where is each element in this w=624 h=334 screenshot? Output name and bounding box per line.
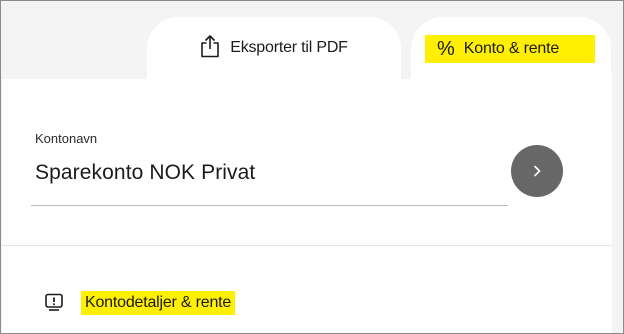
app-frame: Eksporter til PDF % Konto & rente Konton… — [0, 0, 624, 334]
tab-export-label: Eksporter til PDF — [230, 39, 348, 56]
account-name-value[interactable]: Sparekonto NOK Privat — [35, 161, 255, 185]
info-card-icon — [45, 293, 63, 311]
next-button[interactable] — [511, 145, 563, 197]
tab-account-interest[interactable]: % Konto & rente — [411, 17, 611, 87]
tab-export-pdf[interactable]: Eksporter til PDF — [147, 17, 401, 79]
chevron-right-icon — [534, 165, 541, 177]
percent-icon: % — [437, 37, 455, 60]
account-name-label: Kontonavn — [35, 131, 98, 146]
tab-highlight: % Konto & rente — [425, 35, 595, 63]
account-details-link[interactable]: Kontodetaljer & rente — [81, 291, 236, 315]
section-divider — [2, 245, 612, 246]
share-export-icon — [201, 35, 220, 58]
account-name-underline — [31, 205, 508, 206]
tab-account-label: Konto & rente — [463, 40, 560, 57]
